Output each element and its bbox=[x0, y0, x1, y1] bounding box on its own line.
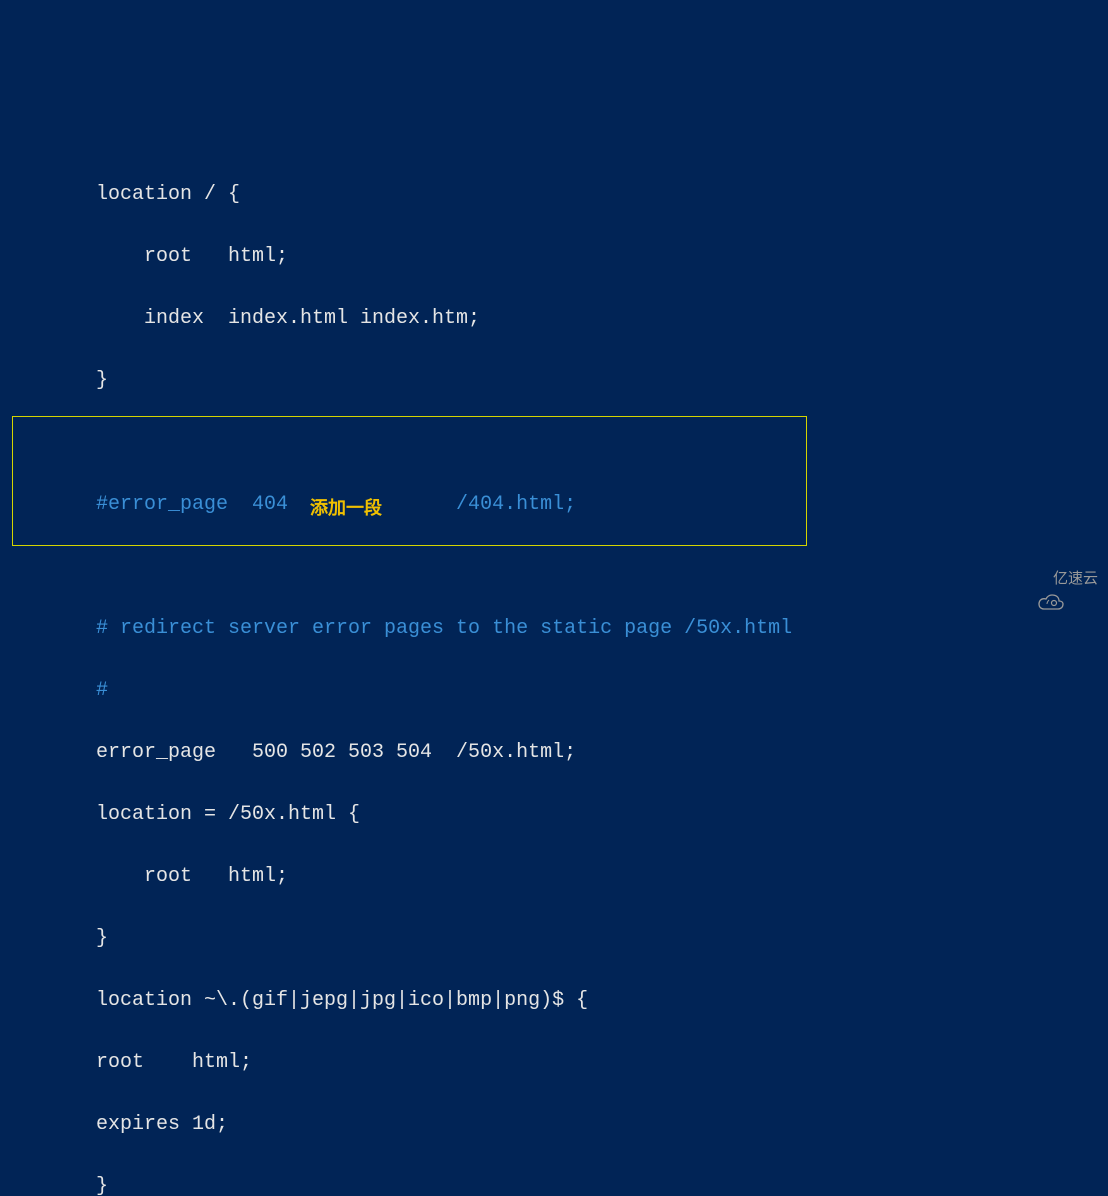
code-line-empty bbox=[96, 551, 1108, 582]
code-line: expires 1d; bbox=[96, 1109, 1108, 1140]
code-line-empty bbox=[96, 427, 1108, 458]
code-line: error_page 500 502 503 504 /50x.html; bbox=[96, 737, 1108, 768]
code-line: index index.html index.htm; bbox=[96, 303, 1108, 334]
code-line-comment: #error_page 404 /404.html; bbox=[96, 489, 1108, 520]
code-line: location / { bbox=[96, 179, 1108, 210]
watermark-text: 亿速云 bbox=[1053, 567, 1098, 590]
code-line: } bbox=[96, 923, 1108, 954]
watermark: 亿速云 bbox=[1020, 567, 1098, 590]
code-line-comment: # redirect server error pages to the sta… bbox=[96, 613, 1108, 644]
code-line: location = /50x.html { bbox=[96, 799, 1108, 830]
code-line-comment: # bbox=[96, 675, 1108, 706]
code-line: root html; bbox=[96, 1047, 1108, 1078]
code-editor[interactable]: location / { root html; index index.html… bbox=[0, 124, 1108, 1196]
cloud-icon bbox=[1020, 569, 1048, 587]
code-line: } bbox=[96, 1171, 1108, 1196]
code-line: root html; bbox=[96, 241, 1108, 272]
code-line: location ~\.(gif|jepg|jpg|ico|bmp|png)$ … bbox=[96, 985, 1108, 1016]
code-line: } bbox=[96, 365, 1108, 396]
code-line: root html; bbox=[96, 861, 1108, 892]
